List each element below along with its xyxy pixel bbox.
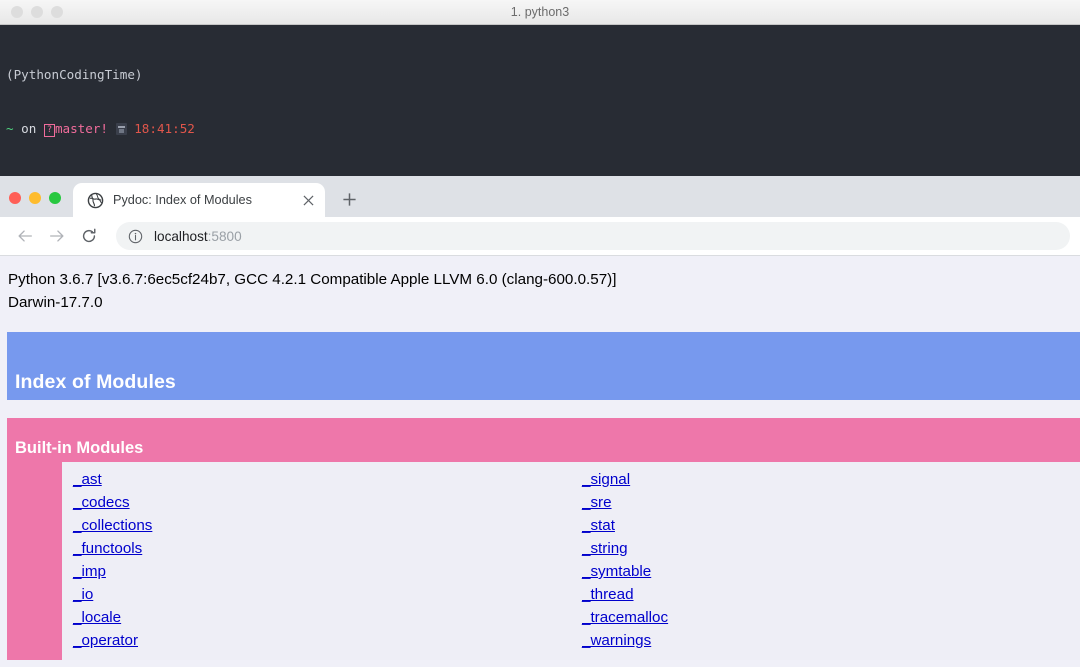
module-link[interactable]: _collections <box>73 517 152 534</box>
module-column-left: _ast _codecs _collections _functools _im… <box>62 468 571 652</box>
module-link[interactable]: _symtable <box>582 563 651 580</box>
terminal-minimize-button[interactable] <box>31 6 43 18</box>
list-item: _warnings <box>582 629 1080 652</box>
browser-traffic-lights <box>9 192 61 217</box>
terminal-close-button[interactable] <box>11 6 23 18</box>
browser-zoom-button[interactable] <box>49 192 61 204</box>
forward-button[interactable] <box>42 221 72 251</box>
index-section: Index of Modules <box>0 332 1080 400</box>
module-link[interactable]: _sre <box>582 494 612 511</box>
list-item: _symtable <box>582 560 1080 583</box>
list-item: _signal <box>582 468 1080 491</box>
list-item: _string <box>582 537 1080 560</box>
builtin-modules-left-bar <box>7 462 62 660</box>
module-link[interactable]: _stat <box>582 517 615 534</box>
address-bar-url: localhost:5800 <box>154 229 242 244</box>
module-link[interactable]: _operator <box>73 632 138 649</box>
pydoc-page: Python 3.6.7 [v3.6.7:6ec5cf24b7, GCC 4.2… <box>0 256 1080 667</box>
reload-button[interactable] <box>74 221 104 251</box>
terminal-traffic-lights <box>11 6 63 18</box>
browser-toolbar: localhost:5800 <box>0 217 1080 256</box>
browser-tab-title: Pydoc: Index of Modules <box>113 193 252 207</box>
arrow-right-icon <box>50 230 64 242</box>
list-item: _ast <box>73 468 571 491</box>
module-link[interactable]: _thread <box>582 586 634 603</box>
terminal-title: 1. python3 <box>510 5 570 19</box>
module-link[interactable]: _string <box>582 540 628 557</box>
new-tab-button[interactable] <box>335 185 363 213</box>
module-link[interactable]: _functools <box>73 540 142 557</box>
builtin-modules-title: Built-in Modules <box>15 439 144 457</box>
module-link[interactable]: _codecs <box>73 494 130 511</box>
builtin-modules-table: _ast _codecs _collections _functools _im… <box>62 462 1080 660</box>
list-item: _stat <box>582 514 1080 537</box>
list-item: _tracemalloc <box>582 606 1080 629</box>
info-circle-icon[interactable] <box>128 229 143 244</box>
builtin-modules-banner: Built-in Modules <box>7 418 1080 462</box>
prompt-tilde: ~ <box>6 120 14 136</box>
list-item: _functools <box>73 537 571 560</box>
terminal-zoom-button[interactable] <box>51 6 63 18</box>
tab-close-icon[interactable] <box>299 191 317 209</box>
browser-minimize-button[interactable] <box>29 192 41 204</box>
list-item: _collections <box>73 514 571 537</box>
browser-tabstrip: Pydoc: Index of Modules <box>0 176 1080 217</box>
browser-tab-pydoc[interactable]: Pydoc: Index of Modules <box>73 183 325 217</box>
browser-window: Pydoc: Index of Modules localhost:5800 P… <box>0 176 1080 667</box>
list-item: _locale <box>73 606 571 629</box>
url-host: localhost <box>154 228 208 244</box>
builtin-modules-section: Built-in Modules _ast _codecs _collectio… <box>0 418 1080 660</box>
list-item: _codecs <box>73 491 571 514</box>
index-of-modules-banner: Index of Modules <box>7 332 1080 400</box>
clock-glyph-icon <box>115 122 127 135</box>
venv-name: (PythonCodingTime) <box>6 66 143 82</box>
terminal-output[interactable]: (PythonCodingTime) ~ on ? master! 18:41:5… <box>0 25 1080 176</box>
terminal-line-venv: (PythonCodingTime) <box>6 66 1080 84</box>
list-item: _operator <box>73 629 571 652</box>
browser-close-button[interactable] <box>9 192 21 204</box>
missing-glyph-icon: ? <box>43 123 55 137</box>
module-link[interactable]: _locale <box>73 609 121 626</box>
git-branch-name: master! <box>54 120 109 136</box>
back-button[interactable] <box>10 221 40 251</box>
module-link[interactable]: _signal <box>582 471 630 488</box>
list-item: _thread <box>582 583 1080 606</box>
reload-icon <box>82 228 96 243</box>
url-port: :5800 <box>207 228 242 244</box>
terminal-line-prompt: ~ on ? master! 18:41:52 <box>6 120 1080 138</box>
plus-icon <box>342 192 356 206</box>
python-version-text: Python 3.6.7 [v3.6.7:6ec5cf24b7, GCC 4.2… <box>8 271 617 311</box>
terminal-window: 1. python3 (PythonCodingTime) ~ on ? mast… <box>0 0 1080 176</box>
module-link[interactable]: _io <box>73 586 93 603</box>
prompt-time: 18:41:52 <box>134 120 195 136</box>
module-link[interactable]: _imp <box>73 563 106 580</box>
arrow-left-icon <box>18 230 32 242</box>
terminal-titlebar: 1. python3 <box>0 0 1080 25</box>
address-bar[interactable]: localhost:5800 <box>116 222 1070 250</box>
builtin-modules-body: _ast _codecs _collections _functools _im… <box>7 462 1080 660</box>
module-column-right: _signal _sre _stat _string _symtable _th… <box>571 468 1080 652</box>
list-item: _io <box>73 583 571 606</box>
prompt-on: on <box>13 120 44 136</box>
list-item: _sre <box>582 491 1080 514</box>
globe-icon <box>87 192 104 208</box>
module-link[interactable]: _ast <box>73 471 102 488</box>
module-link[interactable]: _tracemalloc <box>582 609 668 626</box>
module-link[interactable]: _warnings <box>582 632 651 649</box>
index-of-modules-title: Index of Modules <box>15 371 176 393</box>
list-item: _imp <box>73 560 571 583</box>
